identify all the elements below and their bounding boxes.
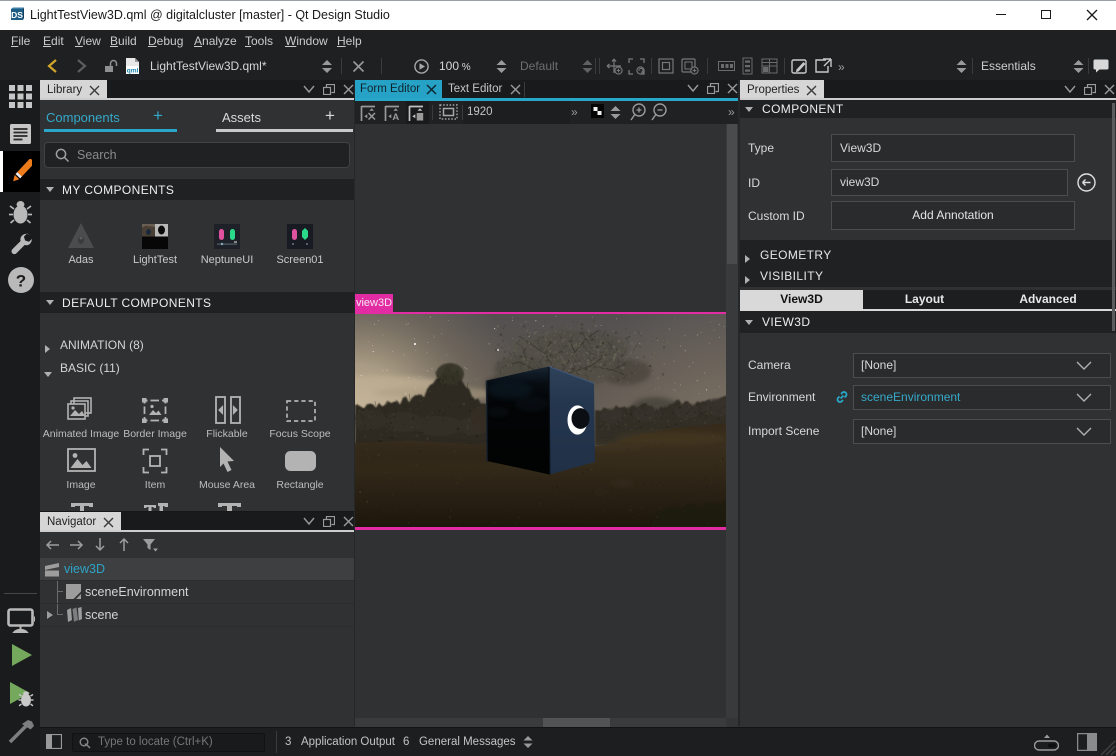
svg-text:DS: DS (11, 10, 23, 20)
svg-text:?: ? (16, 272, 26, 291)
svg-text:qml: qml (127, 68, 139, 75)
svg-text:A: A (392, 112, 399, 121)
